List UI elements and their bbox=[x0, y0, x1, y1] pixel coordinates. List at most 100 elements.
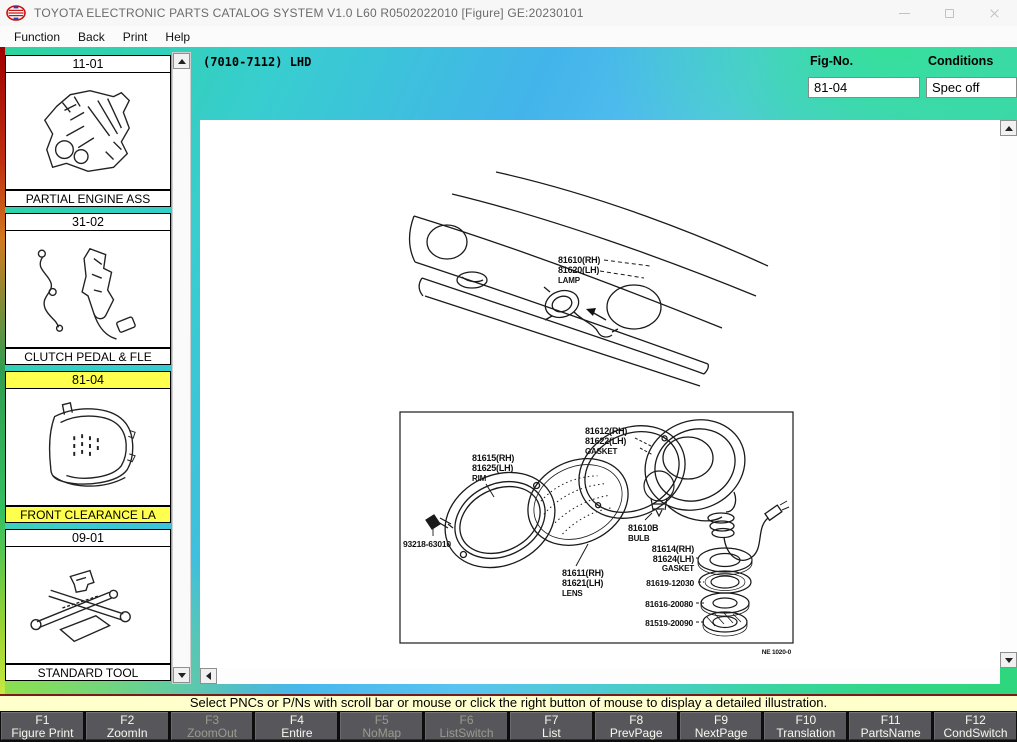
thumbnail-81-04[interactable]: 81-04 FRONT CLEARANCE LA bbox=[5, 371, 171, 523]
fkey-action: NoMap bbox=[341, 727, 422, 740]
conditions-label: Conditions bbox=[928, 54, 993, 68]
arrow-left-icon bbox=[206, 672, 211, 680]
svg-text:81610(RH): 81610(RH) bbox=[558, 255, 600, 265]
fkey-name: F5 bbox=[341, 713, 422, 727]
figure-range-label: (7010-7112) LHD bbox=[203, 55, 311, 69]
svg-text:RIM: RIM bbox=[472, 474, 487, 483]
front-gasket-art bbox=[563, 408, 700, 535]
fkey-f9-button[interactable]: F9 NextPage bbox=[680, 712, 762, 740]
parts-figure-art: 81610(RH) 81620(LH) LAMP 93218-63010 bbox=[200, 120, 1000, 668]
fkey-f10-button[interactable]: F10 Translation bbox=[764, 712, 846, 740]
status-message: Select PNCs or P/Ns with scroll bar or m… bbox=[190, 695, 827, 710]
bulb-labels: 81610B BULB bbox=[628, 523, 659, 543]
jack-thumbnail-art bbox=[16, 551, 160, 659]
lens-labels: 81611(RH) 81621(LH) LENS bbox=[562, 568, 604, 598]
fig-no-field[interactable]: 81-04 bbox=[808, 77, 920, 98]
washer-stack-art bbox=[696, 548, 752, 636]
canvas-vertical-scrollbar[interactable] bbox=[1000, 120, 1017, 668]
car-lamp-labels: 81610(RH) 81620(LH) LAMP bbox=[558, 255, 600, 285]
svg-text:BULB: BULB bbox=[628, 534, 650, 543]
fkey-name: F6 bbox=[426, 713, 507, 727]
conditions-field[interactable]: Spec off bbox=[926, 77, 1017, 98]
screw-label: 93218-63010 bbox=[403, 539, 451, 549]
fkey-f7-button[interactable]: F7 List bbox=[510, 712, 592, 740]
clutch-thumbnail-image bbox=[6, 231, 170, 347]
menu-print[interactable]: Print bbox=[114, 28, 157, 46]
figure-canvas[interactable]: 81610(RH) 81620(LH) LAMP 93218-63010 bbox=[200, 120, 1000, 668]
fkey-action: Translation bbox=[765, 727, 846, 740]
car-front-art bbox=[410, 172, 768, 386]
arrow-down-icon bbox=[1005, 658, 1013, 663]
fkey-action: ZoomOut bbox=[172, 727, 253, 740]
front-gasket-leader bbox=[635, 438, 653, 455]
engine-thumbnail-image bbox=[6, 73, 170, 189]
arrow-up-icon bbox=[178, 59, 186, 64]
thumbnail-09-01[interactable]: 09-01 STANDARD TOOL bbox=[5, 529, 171, 681]
fkey-action: PartsName bbox=[850, 727, 931, 740]
fkey-f11-button[interactable]: F11 PartsName bbox=[849, 712, 931, 740]
thumbnail-name: CLUTCH PEDAL & FLE bbox=[6, 347, 170, 364]
lens-art bbox=[513, 442, 642, 561]
fkey-name: F1 bbox=[2, 713, 83, 727]
thumbnail-31-02[interactable]: 31-02 CLUTCH PEDAL & FLE bbox=[5, 213, 171, 365]
fkey-f1-button[interactable]: F1 Figure Print bbox=[1, 712, 83, 740]
washer-stack-labels: 81614(RH) 81624(LH) GASKET 81619-12030 8… bbox=[645, 544, 694, 628]
canvas-scroll-up-button[interactable] bbox=[1000, 120, 1017, 136]
fkey-f6-button[interactable]: F6 ListSwitch bbox=[425, 712, 507, 740]
fkey-f12-button[interactable]: F12 CondSwitch bbox=[934, 712, 1016, 740]
rim-art bbox=[429, 455, 571, 586]
svg-text:81612(RH): 81612(RH) bbox=[585, 426, 627, 436]
fig-no-label: Fig-No. bbox=[810, 54, 853, 68]
scroll-up-button[interactable] bbox=[173, 53, 190, 69]
arrow-up-icon bbox=[1005, 126, 1013, 131]
svg-text:81624(LH): 81624(LH) bbox=[653, 554, 694, 564]
content-area: 11-01 PARTIAL ENGINE ASS 31-02 bbox=[0, 47, 1017, 694]
svg-text:LENS: LENS bbox=[562, 589, 583, 598]
rim-labels: 81615(RH) 81625(LH) RIM bbox=[472, 453, 514, 483]
scroll-down-button[interactable] bbox=[173, 667, 190, 683]
close-button[interactable] bbox=[972, 0, 1017, 26]
svg-text:GASKET: GASKET bbox=[585, 447, 617, 456]
fkey-name: F11 bbox=[850, 713, 931, 727]
menu-bar: Function Back Print Help bbox=[0, 26, 1017, 47]
thumbnail-name: STANDARD TOOL bbox=[6, 663, 170, 680]
svg-text:81619-12030: 81619-12030 bbox=[646, 578, 694, 588]
fkey-f3-button[interactable]: F3 ZoomOut bbox=[171, 712, 253, 740]
svg-text:81610B: 81610B bbox=[628, 523, 659, 533]
function-key-bar: F1 Figure Print F2 ZoomIn F3 ZoomOut F4 … bbox=[0, 711, 1017, 742]
menu-back[interactable]: Back bbox=[69, 28, 114, 46]
svg-text:81616-20080: 81616-20080 bbox=[645, 599, 693, 609]
screw-art bbox=[426, 515, 453, 536]
canvas-scroll-down-button[interactable] bbox=[1000, 652, 1017, 668]
svg-text:81519-20090: 81519-20090 bbox=[645, 618, 693, 628]
thumbnail-code: 11-01 bbox=[6, 56, 170, 73]
minimize-button[interactable] bbox=[882, 0, 927, 26]
fkey-name: F12 bbox=[935, 713, 1016, 727]
menu-function[interactable]: Function bbox=[5, 28, 69, 46]
fkey-action: List bbox=[511, 727, 592, 740]
fkey-name: F2 bbox=[87, 713, 168, 727]
fkey-f5-button[interactable]: F5 NoMap bbox=[340, 712, 422, 740]
status-bar: Select PNCs or P/Ns with scroll bar or m… bbox=[0, 694, 1017, 711]
title-bar: TOYOTA ELECTRONIC PARTS CATALOG SYSTEM V… bbox=[0, 0, 1017, 26]
canvas-scroll-left-button[interactable] bbox=[200, 668, 217, 684]
fkey-f8-button[interactable]: F8 PrevPage bbox=[595, 712, 677, 740]
svg-text:GASKET: GASKET bbox=[662, 564, 694, 573]
svg-text:LAMP: LAMP bbox=[558, 276, 581, 285]
fkey-f4-button[interactable]: F4 Entire bbox=[255, 712, 337, 740]
fkey-f2-button[interactable]: F2 ZoomIn bbox=[86, 712, 168, 740]
fkey-action: CondSwitch bbox=[935, 727, 1016, 740]
maximize-button[interactable] bbox=[927, 0, 972, 26]
thumbnail-code: 09-01 bbox=[6, 530, 170, 547]
thumbnail-scrollbar[interactable] bbox=[172, 52, 191, 684]
fkey-action: Figure Print bbox=[2, 727, 83, 740]
fkey-action: ZoomIn bbox=[87, 727, 168, 740]
menu-help[interactable]: Help bbox=[156, 28, 199, 46]
svg-text:81622(LH): 81622(LH) bbox=[585, 436, 626, 446]
close-icon bbox=[989, 8, 1000, 19]
clearance-lamp-thumbnail-art bbox=[16, 393, 160, 501]
canvas-horizontal-scrollbar[interactable] bbox=[200, 668, 1000, 684]
application-window: TOYOTA ELECTRONIC PARTS CATALOG SYSTEM V… bbox=[0, 0, 1017, 742]
thumbnail-11-01[interactable]: 11-01 PARTIAL ENGINE ASS bbox=[5, 55, 171, 207]
fkey-name: F4 bbox=[256, 713, 337, 727]
